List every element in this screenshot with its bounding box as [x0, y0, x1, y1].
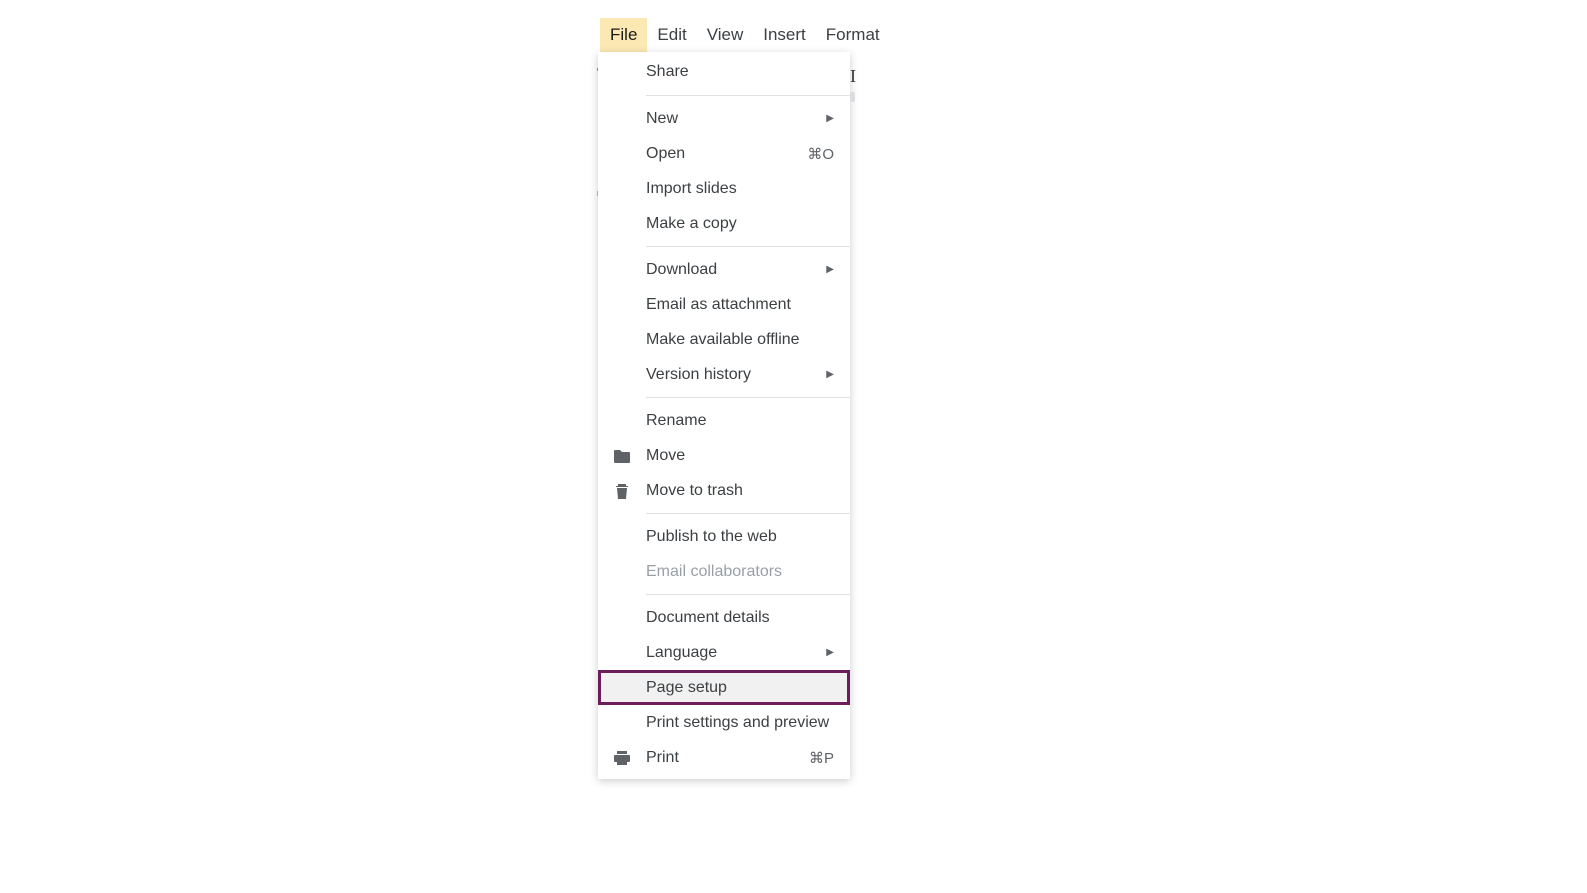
menu-label: Rename — [646, 412, 834, 430]
menu-item-email-as-attachment[interactable]: Email as attachment — [598, 287, 850, 322]
menu-item-print-settings-and-preview[interactable]: Print settings and preview — [598, 705, 850, 740]
menubar-item-edit[interactable]: Edit — [647, 18, 696, 52]
menu-label: Share — [646, 63, 834, 81]
menu-item-import-slides[interactable]: Import slides — [598, 171, 850, 206]
menu-item-page-setup[interactable]: Page setup — [598, 670, 850, 705]
menu-item-rename[interactable]: Rename — [598, 403, 850, 438]
menu-item-move[interactable]: Move — [598, 438, 850, 473]
menu-label: Version history — [646, 366, 818, 384]
menu-label: Open — [646, 145, 807, 163]
print-icon — [612, 750, 632, 766]
menu-label: Move — [646, 447, 834, 465]
menu-label: Email as attachment — [646, 296, 834, 314]
shortcut-text: ⌘O — [807, 145, 834, 163]
separator — [598, 241, 850, 252]
menu-label: Publish to the web — [646, 528, 834, 546]
separator — [598, 589, 850, 600]
menubar-item-file[interactable]: File — [600, 18, 647, 52]
menu-item-document-details[interactable]: Document details — [598, 600, 850, 635]
menu-item-language[interactable]: Language ▶ — [598, 635, 850, 670]
trash-icon — [612, 482, 632, 500]
scrollbar-nub[interactable] — [850, 92, 855, 102]
menubar-item-view[interactable]: View — [697, 18, 754, 52]
menu-label: Download — [646, 261, 818, 279]
menu-item-new[interactable]: New ▶ — [598, 101, 850, 136]
separator — [598, 90, 850, 101]
menu-label: Import slides — [646, 180, 834, 198]
menu-label: Print — [646, 749, 809, 767]
menu-item-email-collaborators: Email collaborators — [598, 554, 850, 589]
menu-item-version-history[interactable]: Version history ▶ — [598, 357, 850, 392]
menu-label: Document details — [646, 609, 834, 627]
menu-label: Language — [646, 644, 818, 662]
folder-icon — [612, 448, 632, 464]
separator — [598, 392, 850, 403]
menu-label: Make available offline — [646, 331, 834, 349]
menu-item-share[interactable]: Share — [598, 54, 850, 90]
menu-item-print[interactable]: Print ⌘P — [598, 740, 850, 775]
menu-item-publish-to-the-web[interactable]: Publish to the web — [598, 519, 850, 554]
menu-label: Move to trash — [646, 482, 834, 500]
shortcut-text: ⌘P — [809, 749, 834, 767]
menu-item-open[interactable]: Open ⌘O — [598, 136, 850, 171]
menu-item-make-a-copy[interactable]: Make a copy — [598, 206, 850, 241]
chevron-right-icon: ▶ — [826, 264, 834, 275]
chevron-right-icon: ▶ — [826, 113, 834, 124]
menubar-item-format[interactable]: Format — [816, 18, 890, 52]
menubar-item-insert[interactable]: Insert — [753, 18, 816, 52]
text-cursor-icon: I — [850, 66, 856, 87]
menu-label: Make a copy — [646, 215, 834, 233]
chevron-right-icon: ▶ — [826, 369, 834, 380]
menu-label: Print settings and preview — [646, 714, 834, 732]
menu-area: File Edit View Insert Format I Share New… — [598, 18, 890, 779]
menu-label: Page setup — [646, 679, 834, 697]
menu-item-move-to-trash[interactable]: Move to trash — [598, 473, 850, 508]
menu-item-download[interactable]: Download ▶ — [598, 252, 850, 287]
chevron-right-icon: ▶ — [826, 647, 834, 658]
menu-label: New — [646, 110, 818, 128]
menu-label: Email collaborators — [646, 563, 834, 581]
separator — [598, 508, 850, 519]
file-dropdown-menu: I Share New ▶ Open ⌘O Import slides Make… — [598, 52, 850, 779]
menu-item-make-available-offline[interactable]: Make available offline — [598, 322, 850, 357]
menubar: File Edit View Insert Format — [598, 18, 890, 52]
